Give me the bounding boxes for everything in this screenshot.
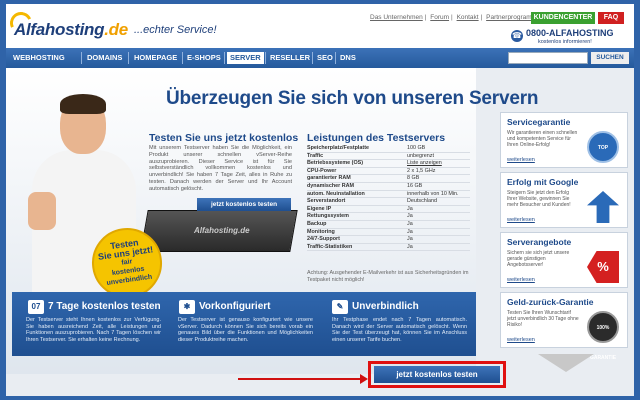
site-logo[interactable]: Alfahosting.de <box>14 20 128 40</box>
phone-icon: ☎ <box>511 30 523 42</box>
browser-viewport: Alfahosting.de ...echter Service! Das Un… <box>6 4 634 396</box>
slogan: ...echter Service! <box>134 24 217 36</box>
sidebar-box-serverangebote: Serverangebote Sichern sie sich jetzt un… <box>500 232 628 288</box>
nav-server[interactable]: SERVER <box>227 52 264 64</box>
nav-webhosting[interactable]: WEBHOSTING <box>10 52 68 64</box>
percent-tag-icon: % <box>587 251 619 283</box>
sidebar-text: Sichern sie sich jetzt unsere gerade gün… <box>507 250 570 268</box>
test-title: Testen Sie uns jetzt kostenlos <box>149 132 299 144</box>
guarantee-seal-icon: 100% GARANTIE <box>587 311 619 361</box>
performance-title: Leistungen des Testservers <box>307 132 446 144</box>
feature-title-nonbinding: Unverbindlich <box>352 301 419 312</box>
red-arrow-line <box>238 378 366 380</box>
calendar-icon: 07 <box>28 300 44 314</box>
table-row: garantierter RAM 8 GB <box>307 175 470 183</box>
table-row: Monitoring Ja <box>307 229 470 237</box>
table-row: Speicherplatz/Festplatte 100 GB <box>307 145 470 153</box>
site-header: Alfahosting.de ...echter Service! Das Un… <box>6 4 634 48</box>
performance-note: Achtung: Ausgehender E-Mailverkehr ist a… <box>307 270 469 283</box>
nav-reseller[interactable]: RESELLER <box>267 52 313 64</box>
nav-dns[interactable]: DNS <box>337 52 359 64</box>
sidebar-title: Serverangebote <box>507 237 572 247</box>
down-arrow-icon <box>538 354 594 372</box>
feature-text-7days: Der Testserver steht Ihnen kostenlos zur… <box>26 317 161 343</box>
table-row: CPU-Power 2 x 1,5 GHz <box>307 168 470 176</box>
nav-homepage[interactable]: HOMEPAGE <box>131 52 180 64</box>
feature-text-preconfigured: Der Testserver ist genauso konfiguriert … <box>178 317 313 343</box>
toplink-unternehmen[interactable]: Das Unternehmen <box>370 14 423 21</box>
toplink-forum[interactable]: Forum <box>430 14 449 21</box>
sidebar-box-servicegarantie: Servicegarantie Wir garantieren einen sc… <box>500 112 628 181</box>
read-more-link[interactable]: weiterlesen <box>507 277 535 283</box>
read-more-link[interactable]: weiterlesen <box>507 217 535 223</box>
logo-tld: .de <box>104 20 128 39</box>
server-label: Alfahosting.de <box>194 226 250 235</box>
feature-title-7days: 7 Tage kostenlos testen <box>48 301 161 312</box>
top-service-seal-icon: TOP SERVICE <box>587 131 619 181</box>
logo-text: Alfahosting <box>14 20 105 39</box>
kundencenter-button[interactable]: KUNDENCENTER <box>531 12 595 24</box>
os-list-link[interactable]: Liste anzeigen <box>407 160 442 168</box>
pen-icon: ✎ <box>332 300 348 314</box>
table-row: 24/7-Support Ja <box>307 236 470 244</box>
arrow-up-icon <box>587 191 619 223</box>
table-row: autom. Neuinstallation innerhalb von 10 M… <box>307 191 470 199</box>
sidebar-text: Wir garantieren einen schnellen und komp… <box>507 130 578 148</box>
read-more-link[interactable]: weiterlesen <box>507 157 535 163</box>
table-row: Traffic-Statistiken Ja <box>307 244 470 252</box>
sidebar-title: Servicegarantie <box>507 117 571 127</box>
sidebar-box-google: Erfolg mit Google Steigern Sie jetzt den… <box>500 172 628 228</box>
sidebar-text: Steigern Sie jetzt den Erfolg Ihrer Webs… <box>507 190 571 208</box>
test-now-button-top[interactable]: jetzt kostenlos testen <box>197 198 291 211</box>
table-row: Eigene IP Ja <box>307 206 470 214</box>
phone-number: 0800-ALFAHOSTING <box>526 28 614 38</box>
test-description: Mit unserem Testserver haben Sie die Mög… <box>149 145 292 192</box>
sidebar-text: Testen Sie Ihren Wunschtarif jetzt unver… <box>507 310 579 328</box>
faq-button[interactable]: FAQ <box>598 12 624 24</box>
read-more-link[interactable]: weiterlesen <box>507 337 535 343</box>
toplink-kontakt[interactable]: Kontakt <box>457 14 479 21</box>
nav-domains[interactable]: DOMAINS <box>84 52 125 64</box>
table-row: Traffic unbegrenzt <box>307 153 470 161</box>
table-row: Backup Ja <box>307 221 470 229</box>
page-headline: Überzeugen Sie sich von unseren Servern <box>166 88 539 109</box>
sidebar-box-geld-zurueck: Geld-zurück-Garantie Testen Sie Ihren Wu… <box>500 292 628 361</box>
table-row: dynamischer RAM 16 GB <box>307 183 470 191</box>
feature-title-preconfigured: Vorkonfiguriert <box>199 301 271 312</box>
search-input[interactable] <box>508 52 588 64</box>
sidebar-title: Geld-zurück-Garantie <box>507 297 594 307</box>
test-now-button-bottom[interactable]: jetzt kostenlos testen <box>374 366 500 383</box>
nav-seo[interactable]: SEO <box>314 52 336 64</box>
feature-text-nonbinding: Ihr Testphase endet nach 7 Tagen automat… <box>332 317 467 343</box>
phone-subtitle: kostenlos informieren! <box>538 39 592 45</box>
red-arrowhead-icon <box>360 374 368 384</box>
table-row: Rettungssystem Ja <box>307 213 470 221</box>
toplink-partnerprogramm[interactable]: Partnerprogramm <box>486 14 537 21</box>
table-row: Betriebssysteme (OS) Liste anzeigen <box>307 160 470 168</box>
gear-icon: ✱ <box>179 300 195 314</box>
sidebar-title: Erfolg mit Google <box>507 177 579 187</box>
nav-eshops[interactable]: E-SHOPS <box>184 52 224 64</box>
performance-table: Speicherplatz/Festplatte 100 GB Traffic un… <box>307 145 470 252</box>
top-links: Das Unternehmen | Forum | Kontakt | Partner… <box>370 14 538 21</box>
table-row: Serverstandort Deutschland <box>307 198 470 206</box>
search-button[interactable]: SUCHEN <box>591 52 629 64</box>
